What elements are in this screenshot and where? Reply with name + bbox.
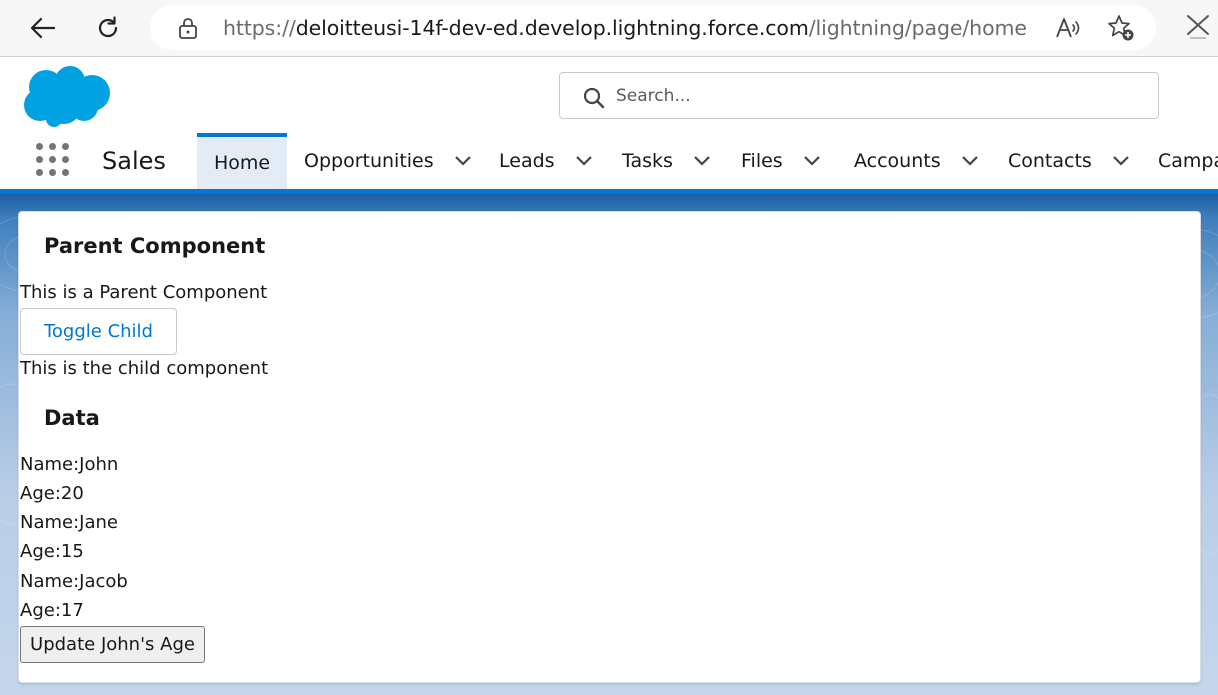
tab-opportunities[interactable]: Opportunities <box>304 133 472 189</box>
read-aloud-icon <box>1056 18 1080 38</box>
global-search[interactable] <box>559 72 1159 119</box>
close-icon <box>1187 15 1209 39</box>
app-name: Sales <box>102 147 166 175</box>
tab-label: Tasks <box>622 150 673 172</box>
url-scheme: https:// <box>223 16 296 40</box>
salesforce-header: Sales Home Opportunities Leads Tasks Fil… <box>0 58 1218 194</box>
toggle-child-button[interactable]: Toggle Child <box>20 308 177 355</box>
refresh-icon <box>98 16 118 38</box>
tab-label: Opportunities <box>304 150 434 172</box>
card-title: Parent Component <box>44 234 266 258</box>
lock-icon <box>179 18 197 39</box>
tab-accounts[interactable]: Accounts <box>854 133 979 189</box>
back-arrow-icon <box>30 17 55 39</box>
tab-tasks[interactable]: Tasks <box>622 133 711 189</box>
tab-label: Campa <box>1158 150 1218 172</box>
chevron-down-icon[interactable] <box>693 155 711 167</box>
url-host: deloitteusi-14f-dev-ed.develop.lightning… <box>295 16 809 40</box>
add-favorite-button[interactable] <box>1107 14 1135 42</box>
tab-label: Files <box>741 150 783 172</box>
parent-text: This is a Parent Component <box>20 282 268 303</box>
tab-leads[interactable]: Leads <box>499 133 593 189</box>
record-name: Name:Jane <box>20 512 118 533</box>
chevron-down-icon[interactable] <box>1112 155 1130 167</box>
tab-label: Contacts <box>1008 150 1092 172</box>
chevron-down-icon[interactable] <box>575 155 593 167</box>
url-text: https://deloitteusi-14f-dev-ed.develop.l… <box>223 16 1027 40</box>
chevron-down-icon[interactable] <box>803 155 821 167</box>
search-input[interactable] <box>616 81 1136 111</box>
back-button[interactable] <box>23 9 61 47</box>
record-name: Name:John <box>20 454 119 475</box>
child-text: This is the child component <box>20 358 269 379</box>
chevron-down-icon[interactable] <box>454 155 472 167</box>
refresh-button[interactable] <box>89 9 127 47</box>
tab-home[interactable]: Home <box>197 133 287 189</box>
data-heading: Data <box>44 406 100 430</box>
address-bar[interactable]: https://deloitteusi-14f-dev-ed.develop.l… <box>150 5 1156 50</box>
record-name: Name:Jacob <box>20 571 128 592</box>
tab-campaigns[interactable]: Campa <box>1158 133 1218 189</box>
browser-toolbar: https://deloitteusi-14f-dev-ed.develop.l… <box>0 0 1218 57</box>
salesforce-logo[interactable] <box>22 65 112 131</box>
close-button[interactable] <box>1184 12 1212 42</box>
tab-contacts[interactable]: Contacts <box>1008 133 1130 189</box>
read-aloud-button[interactable] <box>1054 14 1082 42</box>
add-favorite-icon <box>1108 15 1134 41</box>
app-launcher-button[interactable] <box>36 143 70 177</box>
tab-label: Home <box>213 152 271 174</box>
update-johns-age-button[interactable]: Update John's Age <box>20 626 205 663</box>
chevron-down-icon[interactable] <box>961 155 979 167</box>
record-age: Age:15 <box>20 541 84 562</box>
record-age: Age:20 <box>20 483 84 504</box>
record-age: Age:17 <box>20 600 84 621</box>
tab-label: Leads <box>499 150 555 172</box>
tab-label: Accounts <box>854 150 941 172</box>
url-path: /lightning/page/home <box>808 16 1027 40</box>
search-icon <box>583 87 605 109</box>
tab-files[interactable]: Files <box>741 133 821 189</box>
parent-component-card: Parent Component This is a Parent Compon… <box>18 211 1201 683</box>
